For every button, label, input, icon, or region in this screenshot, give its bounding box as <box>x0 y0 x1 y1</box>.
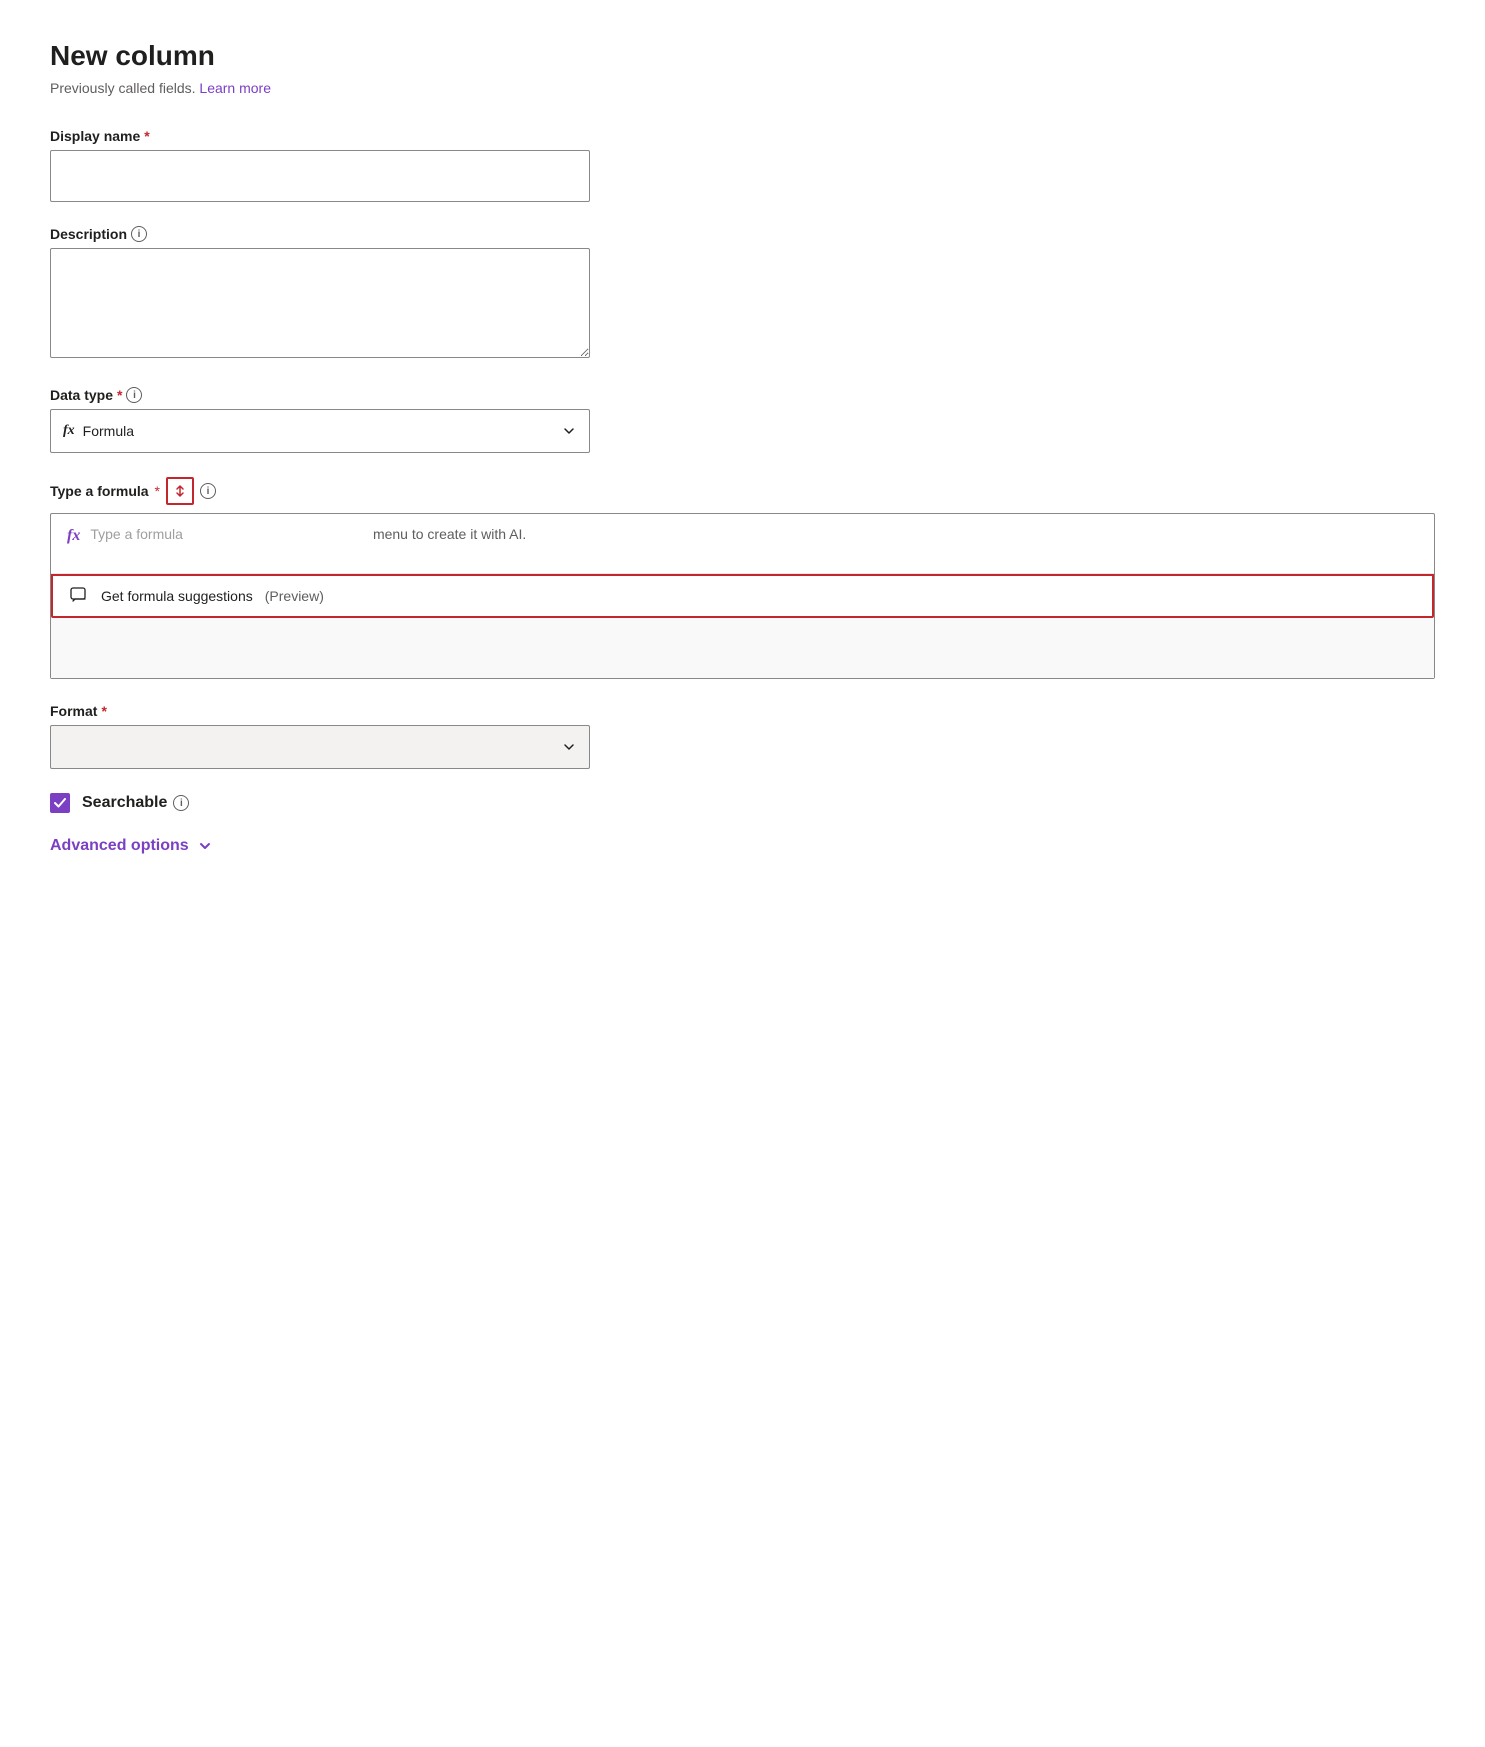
formula-input-area: fx Type a formula menu to create it with… <box>50 513 1435 679</box>
formula-placeholder: Type a formula <box>90 526 183 542</box>
learn-more-link[interactable]: Learn more <box>199 80 271 96</box>
format-label: Format * <box>50 703 1435 719</box>
preview-badge: (Preview) <box>265 588 324 604</box>
formula-fx-symbol: fx <box>67 527 80 545</box>
subtitle: Previously called fields. Learn more <box>50 80 1435 96</box>
checkbox-checkmark-icon <box>54 798 66 808</box>
chevron-down-icon <box>561 423 577 439</box>
display-name-group: Display name * <box>50 128 1435 202</box>
format-section: Format * <box>50 703 1435 769</box>
searchable-row: Searchable i <box>50 793 1435 813</box>
format-select[interactable] <box>50 725 590 769</box>
formula-fx-icon: fx <box>63 423 75 439</box>
data-type-select-wrapper: fx Formula <box>50 409 590 453</box>
display-name-input[interactable] <box>50 150 590 202</box>
data-type-select[interactable]: fx Formula <box>50 409 590 453</box>
data-type-info-icon[interactable]: i <box>126 387 142 403</box>
formula-input-inner[interactable]: fx Type a formula menu to create it with… <box>51 514 1434 574</box>
searchable-label: Searchable i <box>82 794 189 812</box>
display-name-label: Display name * <box>50 128 1435 144</box>
formula-section: Type a formula * i fx Type a formula men… <box>50 477 1435 679</box>
formula-label: Type a formula <box>50 483 149 499</box>
formula-ai-hint: menu to create it with AI. <box>373 526 526 542</box>
formula-suggestion-item[interactable]: Get formula suggestions (Preview) <box>53 576 1432 616</box>
formula-area-empty <box>51 618 1434 678</box>
formula-info-icon[interactable]: i <box>200 483 216 499</box>
advanced-options-label: Advanced options <box>50 837 189 855</box>
advanced-options-row[interactable]: Advanced options <box>50 837 1435 855</box>
expand-icon[interactable] <box>166 477 194 505</box>
data-type-group: Data type * i fx Formula <box>50 387 1435 453</box>
searchable-info-icon[interactable]: i <box>173 795 189 811</box>
required-star: * <box>144 128 149 144</box>
data-type-label: Data type * i <box>50 387 1435 403</box>
format-chevron-down-icon <box>561 739 577 755</box>
formula-dropdown: Get formula suggestions (Preview) <box>51 574 1434 618</box>
description-input[interactable] <box>50 248 590 358</box>
description-info-icon[interactable]: i <box>131 226 147 242</box>
page-title: New column <box>50 40 1435 72</box>
formula-label-row: Type a formula * i <box>50 477 1435 505</box>
data-type-required-star: * <box>117 387 122 403</box>
format-select-wrapper <box>50 725 590 769</box>
description-label: Description i <box>50 226 1435 242</box>
searchable-checkbox[interactable] <box>50 793 70 813</box>
formula-required-star: * <box>155 483 160 499</box>
suggestion-label: Get formula suggestions <box>101 588 253 604</box>
chat-icon <box>69 586 89 606</box>
description-group: Description i <box>50 226 1435 363</box>
advanced-options-chevron-icon <box>197 838 213 854</box>
format-required-star: * <box>101 703 106 719</box>
